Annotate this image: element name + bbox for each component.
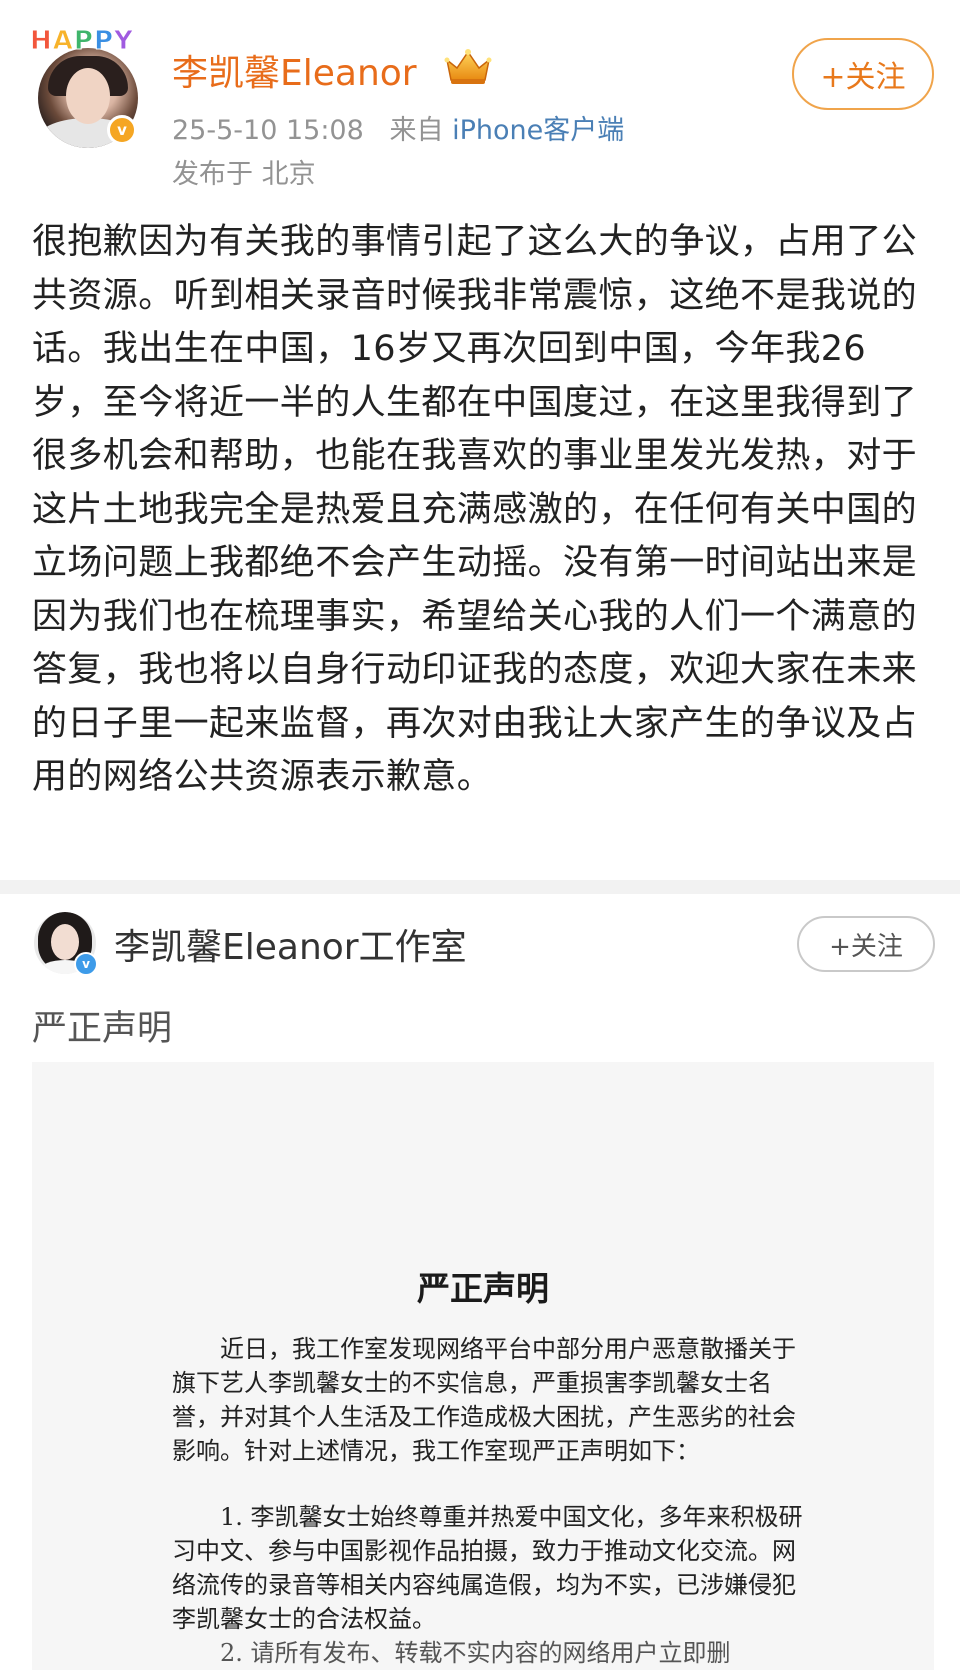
document-heading: 严正声明 <box>417 1269 549 1308</box>
username[interactable]: 李凯馨Eleanor <box>172 44 417 96</box>
statement-document-image[interactable]: 严正声明 近日，我工作室发现网络平台中部分用户恶意散播关于旗下艺人李凯馨女士的不… <box>32 1062 934 1670</box>
happy-avatar-frame: HAPPY <box>30 26 134 57</box>
studio-follow-button[interactable]: +关注 <box>797 916 935 972</box>
follow-button[interactable]: +关注 <box>792 38 934 110</box>
happy-letter: P <box>73 26 94 57</box>
post-timestamp: 25-5-10 15:08 <box>172 115 364 146</box>
happy-letter: P <box>93 26 115 57</box>
verified-blue-icon: v <box>74 952 98 976</box>
happy-letter: A <box>52 26 74 57</box>
post-meta: 25-5-10 15:08 来自 iPhone客户端 <box>172 108 624 147</box>
happy-letter: H <box>30 26 53 57</box>
post-divider <box>0 880 960 894</box>
weibo-post-main: HAPPY v 李凯馨Eleanor 25-5-10 15:08 来自 iPho… <box>0 0 960 880</box>
source-prefix: 来自 <box>389 115 444 146</box>
vip-crown-icon[interactable] <box>443 48 493 86</box>
source-client-link[interactable]: iPhone客户端 <box>452 115 624 146</box>
studio-username[interactable]: 李凯馨Eleanor工作室 <box>114 918 467 970</box>
document-item-1: 1. 李凯馨女士始终尊重并热爱中国文化，多年来积极研习中文、参与中国影视作品拍摄… <box>172 1503 803 1633</box>
post-location: 发布于 北京 <box>172 159 316 190</box>
document-intro: 近日，我工作室发现网络平台中部分用户恶意散播关于旗下艺人李凯馨女士的不实信息，严… <box>172 1335 796 1465</box>
document-item-2-partial: 2. 请所有发布、转载不实内容的网络用户立即删 <box>220 1639 731 1667</box>
avatar-face-shape <box>51 924 79 960</box>
avatar-face-shape <box>66 68 110 124</box>
verified-orange-icon: v <box>107 115 137 145</box>
document-body: 近日，我工作室发现网络平台中部分用户恶意散播关于旗下艺人李凯馨女士的不实信息，严… <box>172 1332 812 1670</box>
statement-title: 严正声明 <box>32 1009 173 1049</box>
post-body-text: 很抱歉因为有关我的事情引起了这么大的争议，占用了公共资源。听到相关录音时候我非常… <box>32 222 918 797</box>
happy-letter: Y <box>114 26 134 57</box>
